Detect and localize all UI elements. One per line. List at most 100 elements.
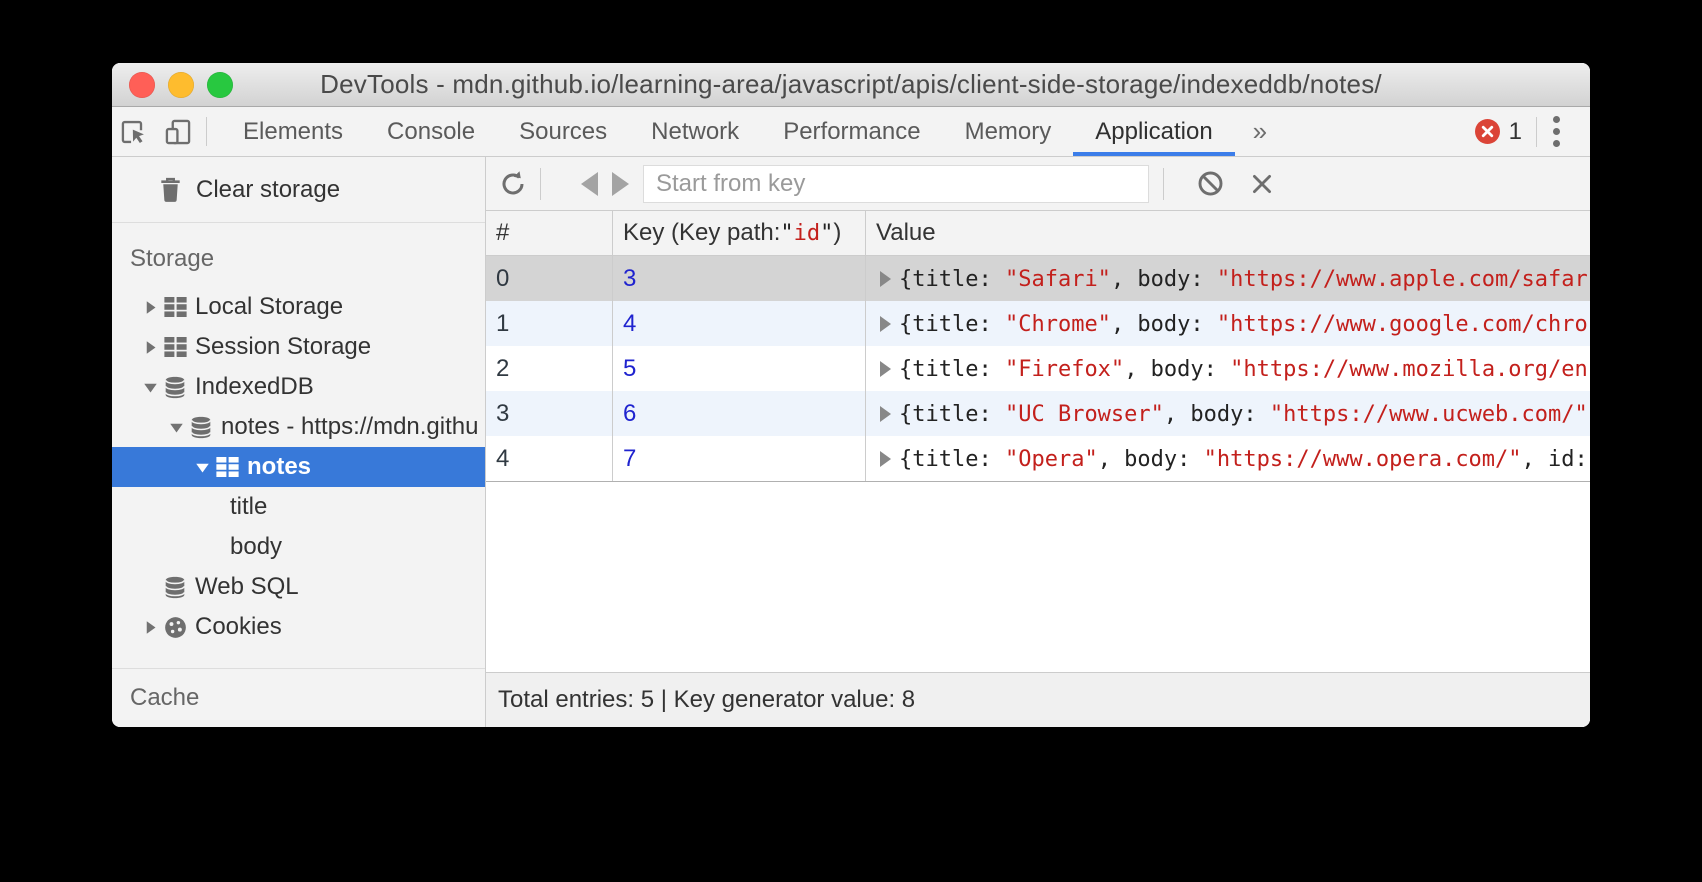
toolbar-divider [540, 168, 541, 200]
row-key-cell: 6 [613, 391, 866, 436]
row-key-cell: 7 [613, 436, 866, 481]
sidebar-item-label: body [230, 533, 282, 561]
devtools-tabbar: Elements Console Sources Network Perform… [112, 107, 1590, 157]
sidebar-item-index-title[interactable]: title [112, 487, 485, 527]
toggle-device-toolbar-button[interactable] [156, 107, 200, 156]
sidebar-item-notes-object-store[interactable]: notes [112, 447, 485, 487]
chevron-right-icon[interactable] [138, 340, 162, 355]
start-from-key-input[interactable] [643, 165, 1149, 203]
row-key-cell: 5 [613, 346, 866, 391]
customize-menu-button[interactable] [1537, 116, 1576, 147]
cache-section-header: Cache [112, 684, 199, 712]
datagrid-toolbar [486, 157, 1590, 211]
clear-storage-item[interactable]: Clear storage [112, 157, 485, 223]
sidebar-item-cookies[interactable]: Cookies [112, 607, 485, 647]
tab-memory[interactable]: Memory [943, 107, 1074, 156]
refresh-icon [498, 169, 528, 199]
row-index-cell: 4 [486, 436, 613, 481]
refresh-button[interactable] [486, 169, 540, 199]
storage-tree: Local Storage Session Storage IndexedDB [112, 287, 485, 647]
tab-sources[interactable]: Sources [497, 107, 629, 156]
delete-selected-button[interactable] [1236, 171, 1288, 197]
zoom-window-button[interactable] [207, 72, 233, 98]
table-row[interactable]: 4 7 {title: "Opera", body: "https://www.… [486, 436, 1590, 481]
inspect-cursor-icon [120, 118, 148, 146]
row-index-cell: 2 [486, 346, 613, 391]
database-icon [188, 416, 214, 439]
more-tabs-chevron[interactable]: » [1235, 107, 1285, 156]
sidebar-item-index-body[interactable]: body [112, 527, 485, 567]
table-row[interactable]: 2 5 {title: "Firefox", body: "https://ww… [486, 346, 1590, 391]
chevron-down-icon[interactable] [138, 381, 162, 394]
expand-object-icon[interactable] [880, 316, 891, 332]
close-x-icon [1249, 171, 1275, 197]
table-icon [214, 457, 240, 477]
chevron-down-icon[interactable] [164, 421, 188, 434]
expand-object-icon[interactable] [880, 361, 891, 377]
tab-elements[interactable]: Elements [221, 107, 365, 156]
close-window-button[interactable] [129, 72, 155, 98]
database-icon [162, 376, 188, 399]
table-row[interactable]: 3 6 {title: "UC Browser", body: "https:/… [486, 391, 1590, 436]
sidebar-item-label: Web SQL [195, 573, 299, 601]
sidebar-item-label: Cookies [195, 613, 282, 641]
datagrid-rows: 0 3 {title: "Safari", body: "https://www… [486, 256, 1590, 482]
sidebar-item-web-sql[interactable]: Web SQL [112, 567, 485, 607]
tab-application[interactable]: Application [1073, 107, 1234, 156]
error-badge-icon[interactable] [1475, 119, 1500, 144]
tab-console[interactable]: Console [365, 107, 497, 156]
tabbar-right-controls: 1 [1475, 107, 1590, 156]
screenshot-stage: DevTools - mdn.github.io/learning-area/j… [0, 0, 1702, 882]
next-page-icon[interactable] [612, 172, 629, 196]
row-value-cell: {title: "Chrome", body: "https://www.goo… [866, 301, 1590, 346]
row-index-cell: 3 [486, 391, 613, 436]
table-icon [162, 297, 188, 317]
error-count[interactable]: 1 [1509, 118, 1522, 146]
sidebar-item-label: Local Storage [195, 293, 343, 321]
page-navigation [581, 172, 629, 196]
clear-storage-label: Clear storage [196, 176, 340, 204]
object-preview: {title: "Opera", body: "https://www.oper… [899, 445, 1588, 473]
database-icon [162, 576, 188, 599]
sidebar-item-local-storage[interactable]: Local Storage [112, 287, 485, 327]
row-key-cell: 3 [613, 256, 866, 301]
sidebar-item-label: notes [247, 453, 311, 481]
inspect-element-button[interactable] [112, 107, 156, 156]
trash-icon [160, 177, 181, 202]
table-row[interactable]: 0 3 {title: "Safari", body: "https://www… [486, 256, 1590, 301]
window-title: DevTools - mdn.github.io/learning-area/j… [320, 69, 1382, 100]
cookie-icon [162, 616, 188, 639]
titlebar: DevTools - mdn.github.io/learning-area/j… [112, 63, 1590, 107]
toolbar-divider [1163, 168, 1164, 200]
chevron-right-icon[interactable] [138, 620, 162, 635]
devtools-content: Clear storage Storage Local Storage Sess… [112, 157, 1590, 727]
cache-section: Cache [112, 668, 485, 727]
expand-object-icon[interactable] [880, 271, 891, 287]
sidebar-item-session-storage[interactable]: Session Storage [112, 327, 485, 367]
sidebar-item-notes-database[interactable]: notes - https://mdn.githu [112, 407, 485, 447]
minimize-window-button[interactable] [168, 72, 194, 98]
expand-object-icon[interactable] [880, 451, 891, 467]
row-index-cell: 1 [486, 301, 613, 346]
previous-page-icon[interactable] [581, 172, 598, 196]
row-value-cell: {title: "Opera", body: "https://www.oper… [866, 436, 1590, 481]
table-icon [162, 337, 188, 357]
sidebar-item-indexeddb[interactable]: IndexedDB [112, 367, 485, 407]
chevron-right-icon[interactable] [138, 300, 162, 315]
chevron-down-icon[interactable] [190, 461, 214, 474]
table-row[interactable]: 1 4 {title: "Chrome", body: "https://www… [486, 301, 1590, 346]
row-index-cell: 0 [486, 256, 613, 301]
object-preview: {title: "Firefox", body: "https://www.mo… [899, 355, 1588, 383]
tab-network[interactable]: Network [629, 107, 761, 156]
column-header-index: # [486, 211, 613, 255]
sidebar-item-label: title [230, 493, 267, 521]
row-value-cell: {title: "Safari", body: "https://www.app… [866, 256, 1590, 301]
device-toolbar-icon [164, 118, 192, 146]
clear-object-store-button[interactable] [1184, 169, 1236, 198]
datagrid-empty-area [486, 482, 1590, 672]
key-path-value: id [794, 221, 821, 246]
application-sidebar: Clear storage Storage Local Storage Sess… [112, 157, 486, 727]
block-icon [1196, 169, 1225, 198]
tab-performance[interactable]: Performance [761, 107, 942, 156]
expand-object-icon[interactable] [880, 406, 891, 422]
